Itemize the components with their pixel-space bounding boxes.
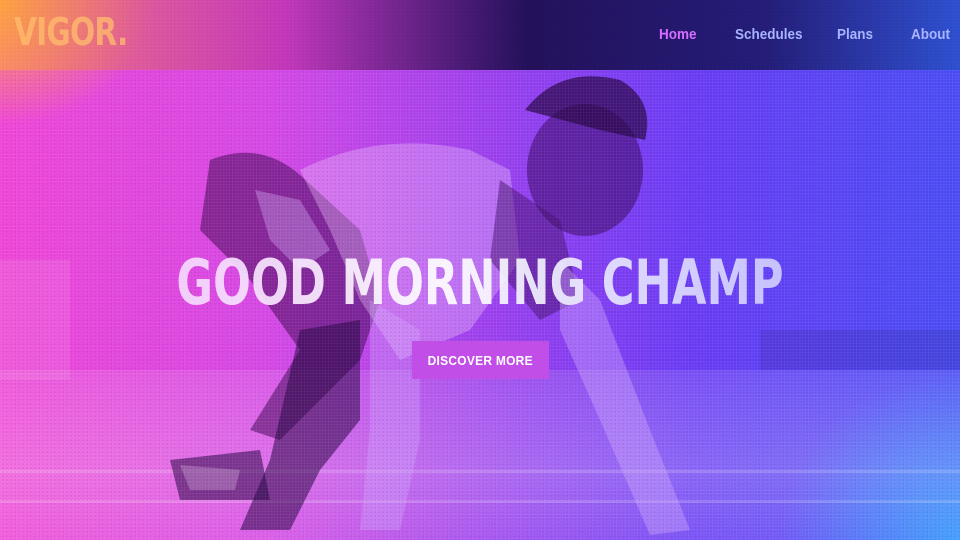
nav-item-schedules[interactable]: Schedules [735, 26, 803, 43]
brand-logo[interactable]: VIGOR. [14, 10, 128, 54]
discover-more-button[interactable]: DISCOVER MORE [412, 341, 549, 379]
hero-headline: GOOD MORNING CHAMP [134, 246, 825, 319]
nav-item-about[interactable]: About [911, 26, 950, 43]
nav-item-home[interactable]: Home [659, 26, 697, 43]
nav-item-plans[interactable]: Plans [837, 26, 873, 43]
top-navigation-bar: VIGOR. Home Schedules Plans About [0, 0, 960, 70]
discover-more-label: DISCOVER MORE [427, 352, 534, 368]
